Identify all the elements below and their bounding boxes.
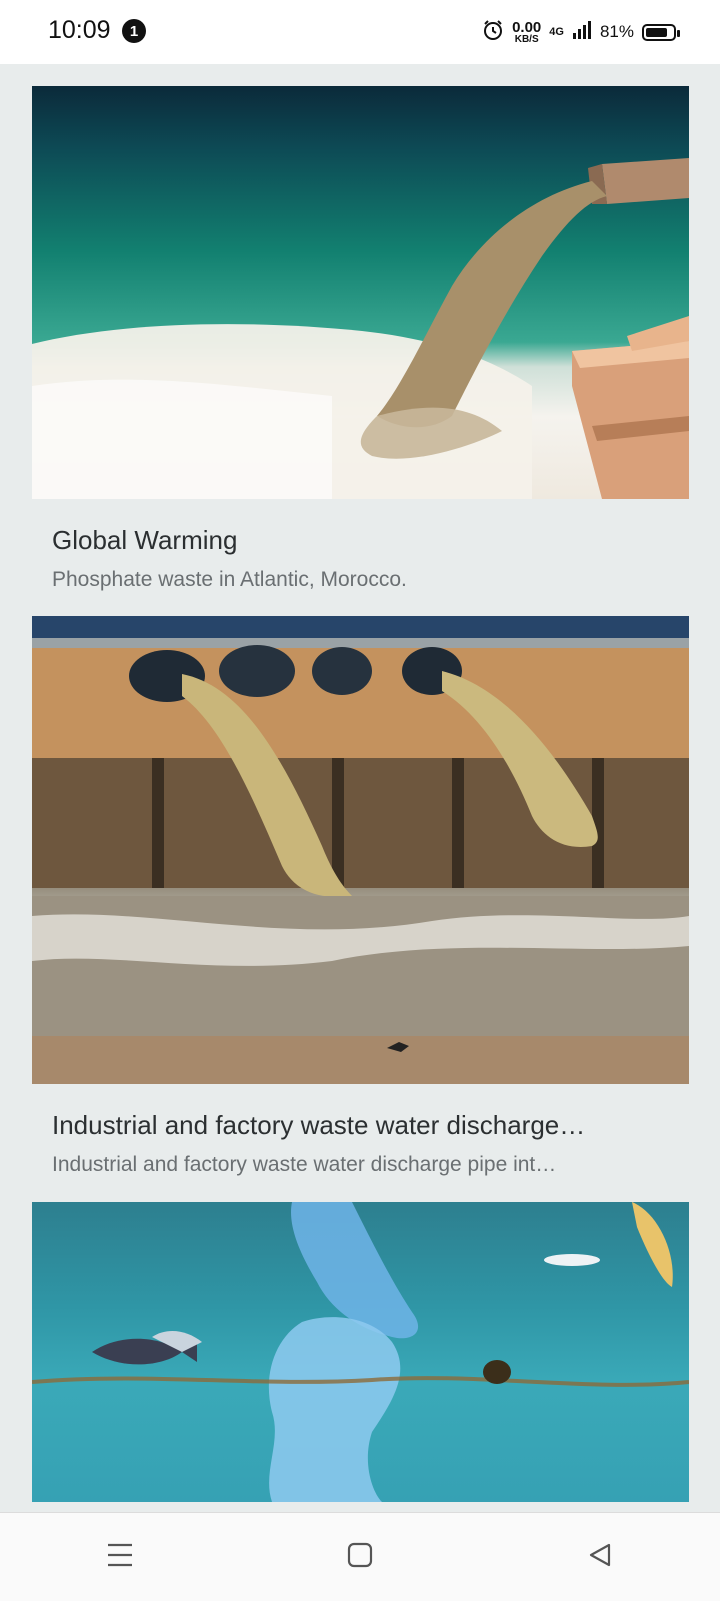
- back-triangle-icon: [587, 1542, 613, 1573]
- article-card[interactable]: Industrial and factory waste water disch…: [32, 616, 689, 1177]
- status-time: 10:09: [48, 16, 111, 44]
- menu-icon: [106, 1542, 134, 1573]
- card-subtitle: Industrial and factory waste water disch…: [52, 1153, 557, 1176]
- speed-value: 0.00: [512, 18, 542, 36]
- ocean-waste-pipe-photo[interactable]: [32, 86, 689, 499]
- alarm-icon: [482, 19, 504, 46]
- underwater-plastic-photo[interactable]: [32, 1202, 689, 1502]
- card-title[interactable]: Industrial and factory waste water disch…: [52, 1110, 684, 1141]
- back-button[interactable]: [560, 1527, 640, 1587]
- battery-percent: 81%: [599, 22, 634, 41]
- status-right-group: 0.00 KB/S 4G 81%: [482, 14, 680, 50]
- menu-button[interactable]: [80, 1527, 160, 1587]
- article-card[interactable]: [32, 1202, 689, 1502]
- home-button[interactable]: [320, 1527, 400, 1587]
- signal-icon: [572, 20, 592, 45]
- network-type: 4G: [549, 26, 564, 38]
- article-card[interactable]: Global Warming Phosphate waste in Atlant…: [32, 86, 689, 592]
- card-title[interactable]: Global Warming: [52, 525, 684, 556]
- network-speed: 0.00 KB/S: [512, 20, 541, 45]
- content-feed[interactable]: Global Warming Phosphate waste in Atlant…: [0, 64, 720, 1512]
- notification-badge: 1: [122, 19, 146, 43]
- speed-unit: KB/S: [514, 33, 539, 45]
- card-subtitle: Phosphate waste in Atlantic, Morocco.: [52, 568, 407, 591]
- status-bar: 10:09 1 0.00 KB/S 4G 81%: [0, 0, 720, 64]
- factory-discharge-photo[interactable]: [32, 616, 689, 1084]
- battery-icon: [642, 23, 680, 41]
- system-nav-bar: [0, 1512, 720, 1601]
- home-square-icon: [347, 1542, 373, 1573]
- battery-fill: [646, 27, 668, 37]
